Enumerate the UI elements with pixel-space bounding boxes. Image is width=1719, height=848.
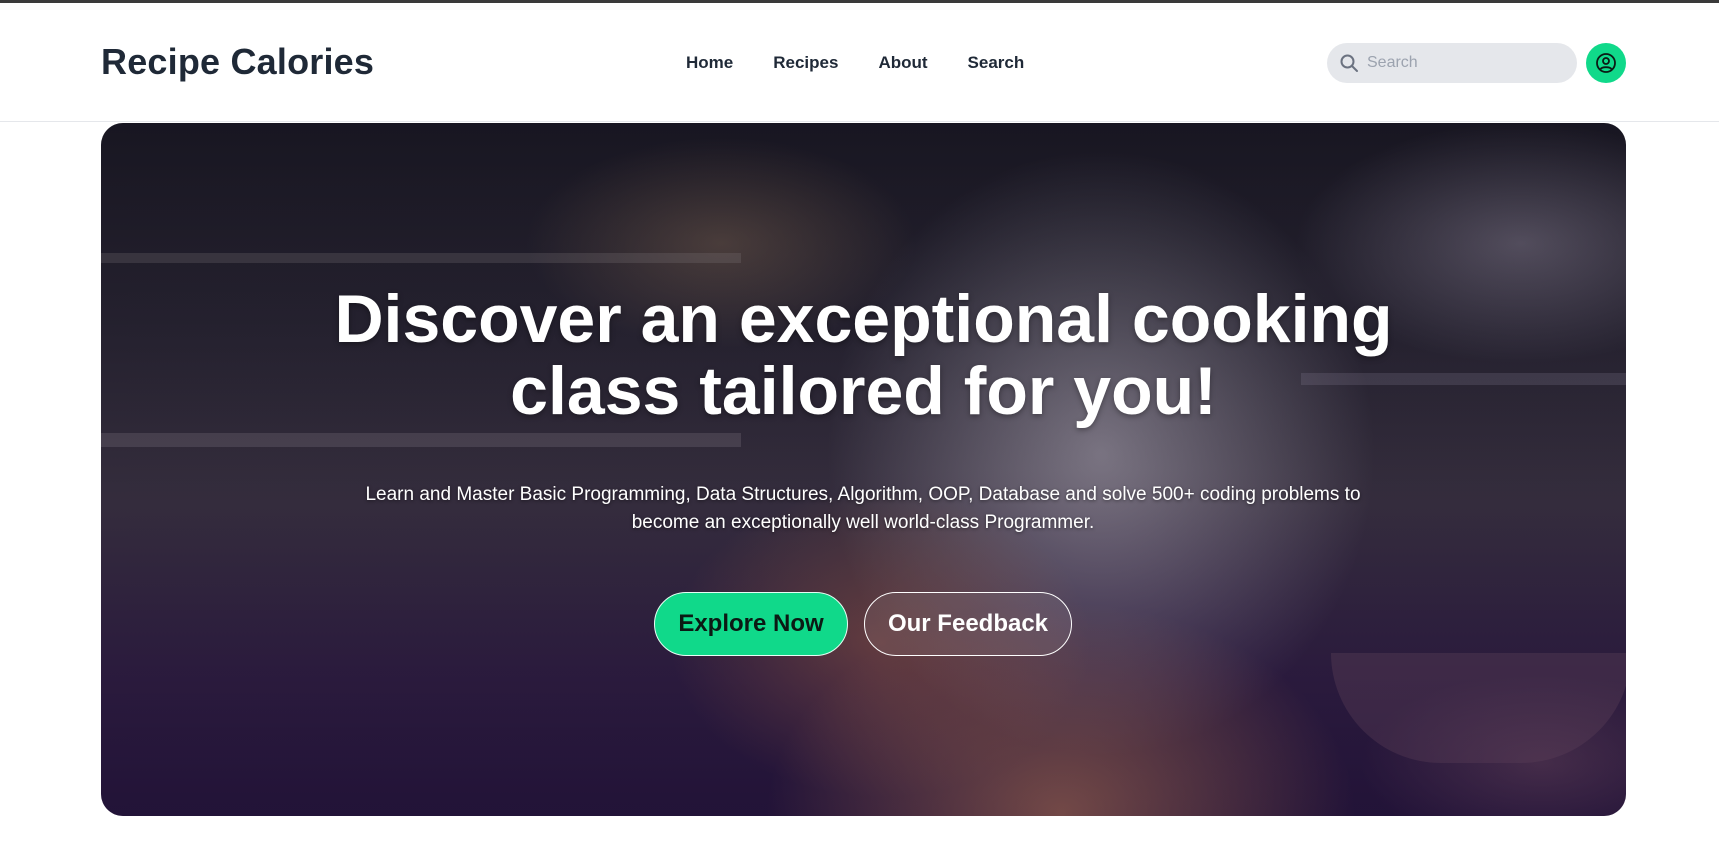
- hero-banner: Discover an exceptional cooking class ta…: [101, 123, 1626, 816]
- brand-logo-text[interactable]: Recipe Calories: [101, 41, 374, 83]
- explore-now-button[interactable]: Explore Now: [654, 592, 848, 656]
- hero-subtitle: Learn and Master Basic Programming, Data…: [365, 484, 1361, 533]
- hero-title: Discover an exceptional cooking class ta…: [334, 281, 1393, 429]
- nav-link-home[interactable]: Home: [686, 53, 733, 73]
- site-header: Recipe Calories Home Recipes About Searc…: [0, 3, 1719, 122]
- search-bar: [1327, 43, 1577, 83]
- nav-link-about[interactable]: About: [878, 53, 927, 73]
- user-profile-button[interactable]: [1586, 43, 1626, 83]
- nav-link-search[interactable]: Search: [968, 53, 1025, 73]
- search-input[interactable]: [1367, 54, 1557, 72]
- nav-link-recipes[interactable]: Recipes: [773, 53, 838, 73]
- main-nav: Home Recipes About Search: [686, 53, 1024, 73]
- user-circle-icon: [1596, 53, 1616, 73]
- search-icon: [1340, 54, 1358, 72]
- our-feedback-button[interactable]: Our Feedback: [864, 592, 1072, 656]
- hero-content: Discover an exceptional cooking class ta…: [101, 123, 1626, 816]
